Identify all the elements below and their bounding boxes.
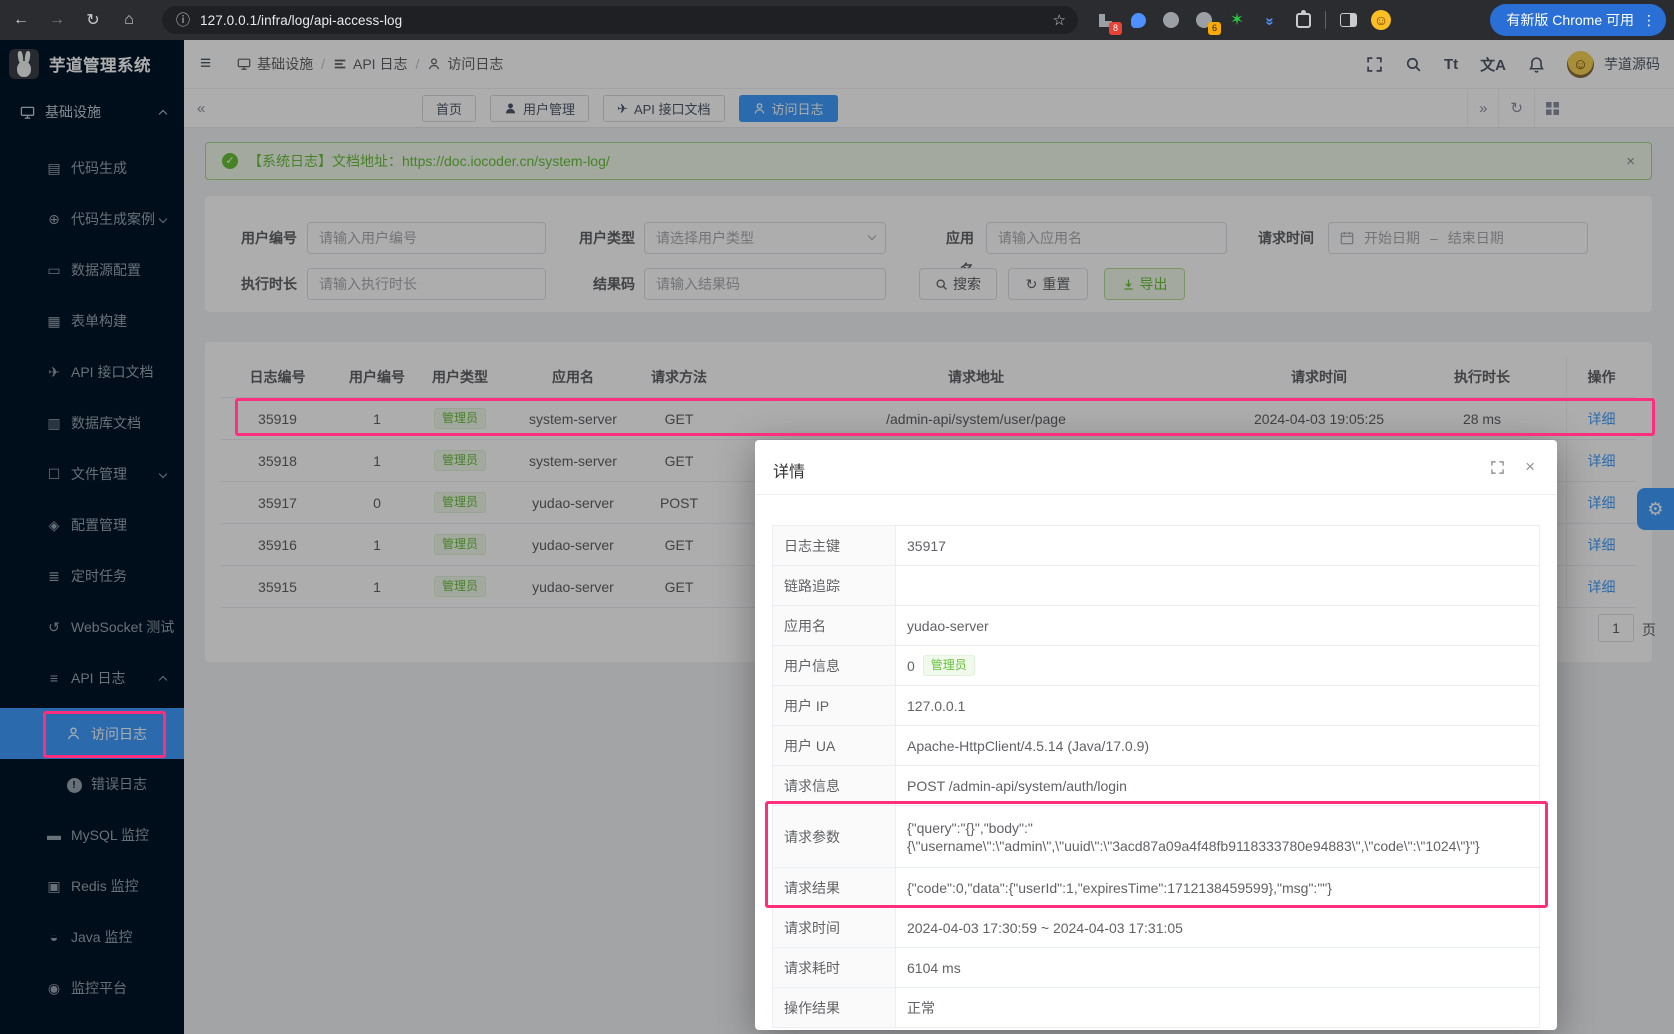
reload-icon[interactable]: ↻ — [78, 10, 108, 30]
desc-row: 用户 UAApache-HttpClient/4.5.14 (Java/17.0… — [773, 726, 1539, 766]
extension-icons: 8 6 ✶ » ☺ — [1094, 0, 1392, 40]
extension-icon-4[interactable]: 6 — [1193, 9, 1215, 31]
desc-row: 请求信息POST /admin-api/system/auth/login — [773, 766, 1539, 806]
desc-row: 链路追踪 — [773, 566, 1539, 606]
detail-dialog: 详情 × 日志主键35917 链路追踪 应用名yudao-server 用户信息… — [755, 440, 1557, 1030]
url-text[interactable]: 127.0.0.1/infra/log/api-access-log — [200, 13, 402, 28]
desc-value: POST /admin-api/system/auth/login — [896, 766, 1539, 805]
double-chevron-icon: » — [1262, 17, 1279, 23]
desc-row: 日志主键35917 — [773, 526, 1539, 566]
desc-value: 127.0.0.1 — [896, 686, 1539, 725]
url-bar[interactable]: ⓘ 127.0.0.1/infra/log/api-access-log ☆ — [162, 6, 1078, 34]
desc-value: 6104 ms — [896, 948, 1539, 987]
desc-row: 请求耗时6104 ms — [773, 948, 1539, 988]
detail-descriptions: 日志主键35917 链路追踪 应用名yudao-server 用户信息0管理员 … — [772, 525, 1540, 1028]
dialog-header: 详情 × — [755, 440, 1557, 495]
desc-label: 日志主键 — [773, 526, 896, 565]
site-info-icon[interactable]: ⓘ — [176, 10, 190, 30]
back-icon[interactable]: ← — [6, 11, 36, 29]
desc-row: 请求时间2024-04-03 17:30:59 ~ 2024-04-03 17:… — [773, 908, 1539, 948]
extension-icon-2[interactable] — [1127, 9, 1149, 31]
desc-value: Apache-HttpClient/4.5.14 (Java/17.0.9) — [896, 726, 1539, 765]
app: 芋道管理系统 基础设施 ▤代码生成 ⊕代码生成案例 ▭数据源配置 ▦表单构建 ✈… — [0, 40, 1674, 1034]
chrome-update-button[interactable]: 有新版 Chrome 可用 ⋮ — [1490, 4, 1666, 36]
desc-value: {"code":0,"data":{"userId":1,"expiresTim… — [896, 868, 1539, 907]
desc-value: {"query":"{}","body":"{\"username\":\"ad… — [896, 806, 1539, 867]
desc-value: 0管理员 — [896, 646, 1539, 685]
extensions-puzzle-icon[interactable] — [1292, 9, 1314, 31]
puzzle-icon — [1296, 13, 1311, 28]
desc-row-request-params: 请求参数{"query":"{}","body":"{\"username\":… — [773, 806, 1539, 868]
extension-icon-3[interactable] — [1160, 9, 1182, 31]
home-icon[interactable]: ⌂ — [114, 11, 144, 29]
desc-row: 操作结果正常 — [773, 988, 1539, 1028]
desc-row: 用户信息0管理员 — [773, 646, 1539, 686]
extension-icon-5[interactable]: ✶ — [1226, 9, 1248, 31]
balloon-icon — [1131, 13, 1146, 28]
dialog-fullscreen-icon[interactable] — [1490, 460, 1505, 475]
browser-chrome: ← → ↻ ⌂ ⓘ 127.0.0.1/infra/log/api-access… — [0, 0, 1674, 40]
smiley-icon: ☺ — [1371, 10, 1391, 30]
extension-icon-1[interactable]: 8 — [1094, 9, 1116, 31]
desc-label: 应用名 — [773, 606, 896, 645]
side-panel-icon[interactable] — [1337, 9, 1359, 31]
bookmark-star-icon[interactable]: ☆ — [1053, 11, 1066, 29]
circle-icon — [1163, 12, 1179, 28]
dialog-close-icon[interactable]: × — [1525, 457, 1535, 477]
profile-avatar[interactable]: ☺ — [1370, 9, 1392, 31]
desc-label: 请求时间 — [773, 908, 896, 947]
forward-icon[interactable]: → — [42, 11, 72, 29]
desc-label: 用户信息 — [773, 646, 896, 685]
extension-badge: 6 — [1208, 22, 1221, 35]
desc-label: 请求参数 — [773, 806, 896, 867]
desc-label: 请求耗时 — [773, 948, 896, 987]
desc-value: 2024-04-03 17:30:59 ~ 2024-04-03 17:31:0… — [896, 908, 1539, 947]
star-burst-icon: ✶ — [1230, 10, 1244, 30]
user-type-tag: 管理员 — [923, 655, 975, 676]
extension-badge: 8 — [1109, 22, 1122, 35]
desc-row: 应用名yudao-server — [773, 606, 1539, 646]
screen: ← → ↻ ⌂ ⓘ 127.0.0.1/infra/log/api-access… — [0, 0, 1674, 1034]
desc-label: 请求结果 — [773, 868, 896, 907]
desc-label: 用户 IP — [773, 686, 896, 725]
panel-icon — [1340, 13, 1357, 27]
desc-value: yudao-server — [896, 606, 1539, 645]
desc-label: 请求信息 — [773, 766, 896, 805]
desc-label: 操作结果 — [773, 988, 896, 1027]
divider — [1325, 11, 1326, 29]
desc-label: 链路追踪 — [773, 566, 896, 605]
desc-label: 用户 UA — [773, 726, 896, 765]
desc-row: 用户 IP127.0.0.1 — [773, 686, 1539, 726]
browser-menu-icon[interactable]: ⋮ — [1642, 12, 1656, 29]
chrome-update-label: 有新版 Chrome 可用 — [1506, 10, 1634, 30]
extension-icon-6[interactable]: » — [1259, 9, 1281, 31]
desc-row-request-result: 请求结果{"code":0,"data":{"userId":1,"expire… — [773, 868, 1539, 908]
dialog-title: 详情 — [773, 458, 805, 482]
desc-value — [896, 566, 1539, 605]
desc-value: 35917 — [896, 526, 1539, 565]
desc-value: 正常 — [896, 988, 1539, 1027]
